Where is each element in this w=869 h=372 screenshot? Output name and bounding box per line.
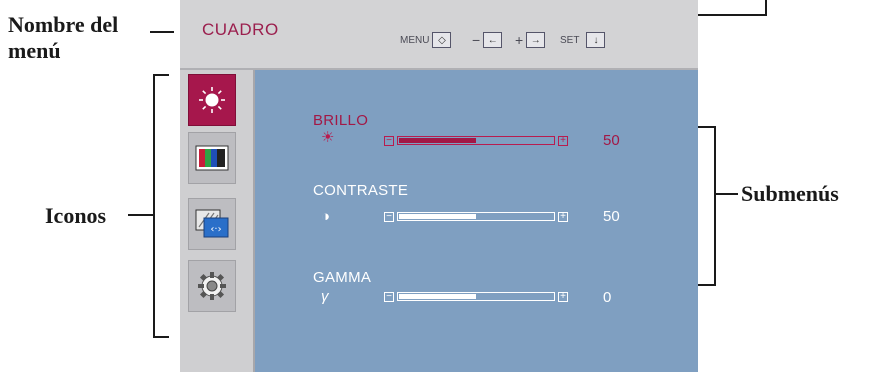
hint-minus-label: − bbox=[472, 32, 481, 48]
menu-title: CUADRO bbox=[202, 20, 279, 39]
annotation-submenus: Submenús bbox=[741, 181, 839, 206]
color-bars-graphic bbox=[195, 145, 229, 171]
icon-column: ‹·› bbox=[180, 70, 255, 372]
right-arrow-key-icon[interactable]: → bbox=[526, 32, 546, 48]
menu-key-icon[interactable]: ◇ bbox=[432, 32, 452, 48]
hint-plus-label: + bbox=[515, 32, 524, 48]
annotation-menu-name: Nombre del menú bbox=[8, 12, 118, 64]
osd-header: CUADRO MENU ◇ − ← + → SET ↓ bbox=[180, 0, 698, 70]
contraste-slider[interactable] bbox=[397, 212, 555, 221]
hint-menu-label: MENU bbox=[400, 34, 430, 46]
brillo-plus-button[interactable]: + bbox=[558, 136, 568, 146]
gamma-plus-button[interactable]: + bbox=[558, 292, 568, 302]
contraste-value: 50 bbox=[603, 208, 620, 225]
brillo-value: 50 bbox=[603, 132, 620, 149]
sun-small-icon: ☀ bbox=[321, 129, 335, 146]
gamma-minus-button[interactable]: − bbox=[384, 292, 394, 302]
brillo-slider[interactable] bbox=[397, 136, 555, 145]
bracket-icons-top bbox=[153, 74, 169, 76]
contraste-plus-button[interactable]: + bbox=[558, 212, 568, 222]
bracket-icons-bottom bbox=[153, 336, 169, 338]
leader-line-top-right-h bbox=[698, 14, 765, 16]
left-arrow-key-icon[interactable]: ← bbox=[483, 32, 503, 48]
gear-icon bbox=[198, 272, 226, 300]
hint-menu: MENU ◇ bbox=[400, 32, 452, 48]
contraste-slider-fill bbox=[399, 214, 476, 219]
hint-set-label: SET bbox=[560, 34, 580, 46]
settings-gear-icon[interactable] bbox=[188, 260, 236, 312]
leader-line-top-right-v bbox=[765, 0, 767, 16]
contraste-minus-button[interactable]: − bbox=[384, 212, 394, 222]
position-icon[interactable]: ‹·› bbox=[188, 198, 236, 250]
color-bars-icon[interactable] bbox=[188, 132, 236, 184]
brightness-icon[interactable] bbox=[188, 74, 236, 126]
annotation-menu-name-line2: menú bbox=[8, 38, 61, 63]
hint-minus: − ← bbox=[472, 32, 503, 48]
contraste-label: CONTRASTE bbox=[313, 182, 409, 199]
annotation-menu-name-line1: Nombre del bbox=[8, 12, 119, 37]
screen-position-icon: ‹·› bbox=[195, 209, 229, 238]
gamma-slider[interactable] bbox=[397, 292, 555, 301]
bracket-submenus-vertical bbox=[714, 126, 716, 286]
leader-line-icons bbox=[128, 214, 153, 216]
hint-plus: + → bbox=[515, 32, 546, 48]
annotation-icons: Iconos bbox=[45, 203, 107, 228]
leader-line-menu-name bbox=[150, 31, 174, 33]
bracket-submenus-bottom bbox=[698, 284, 716, 286]
brillo-minus-button[interactable]: − bbox=[384, 136, 394, 146]
gamma-value: 0 bbox=[603, 289, 612, 306]
brillo-slider-fill bbox=[399, 138, 476, 143]
hint-set: SET ↓ bbox=[560, 32, 606, 48]
osd-window: CUADRO MENU ◇ − ← + → SET ↓ ‹·› BRILLO ☀… bbox=[180, 0, 698, 372]
gamma-label: GAMMA bbox=[313, 269, 372, 286]
gamma-icon: γ bbox=[321, 288, 329, 305]
brillo-label: BRILLO bbox=[313, 112, 369, 129]
sun-icon bbox=[199, 87, 225, 113]
contrast-icon: ◑ bbox=[321, 208, 331, 225]
down-arrow-key-icon[interactable]: ↓ bbox=[586, 32, 606, 48]
leader-line-submenus bbox=[714, 193, 738, 195]
gamma-slider-fill bbox=[399, 294, 476, 299]
svg-text:‹·›: ‹·› bbox=[210, 224, 221, 235]
submenu-panel: BRILLO ☀ − + 50 CONTRASTE ◑ − + 50 GAMMA… bbox=[255, 70, 698, 372]
bracket-icons-vertical bbox=[153, 74, 155, 338]
